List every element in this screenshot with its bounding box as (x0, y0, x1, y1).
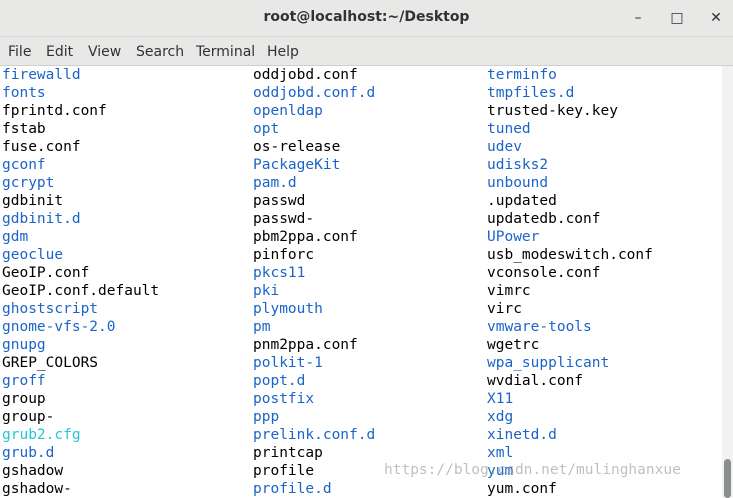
directory-entry: fonts (2, 85, 46, 101)
window-title: root@localhost:~/Desktop (263, 9, 470, 25)
file-entry: vconsole.conf (487, 265, 601, 281)
listing-column-1: firewalld fonts fprintd.conf fstab fuse.conf… (2, 66, 159, 498)
minimize-button[interactable]: – (629, 9, 647, 27)
listing-column-2: oddjobd.conf oddjobd.conf.d openldap opt os-… (253, 66, 375, 498)
directory-entry: xml (487, 445, 514, 461)
menu-view[interactable]: View (88, 44, 121, 60)
file-entry: printcap (253, 445, 323, 461)
directory-entry: vmware-tools (487, 319, 592, 335)
directory-entry: PackageKit (253, 157, 341, 173)
directory-entry: gnome-vfs-2.0 (2, 319, 116, 335)
terminal-scrollbar[interactable] (722, 66, 733, 498)
file-entry: GeoIP.conf (2, 265, 90, 281)
directory-entry: gnupg (2, 337, 46, 353)
file-entry: oddjobd.conf (253, 67, 358, 83)
file-entry: pinforc (253, 247, 315, 263)
file-entry: virc (487, 301, 522, 317)
file-entry: group- (2, 409, 55, 425)
file-entry: fuse.conf (2, 139, 81, 155)
directory-entry: tmpfiles.d (487, 85, 575, 101)
directory-entry: opt (253, 121, 280, 137)
window-titlebar[interactable]: root@localhost:~/Desktop – □ ✕ (0, 0, 733, 37)
directory-entry: pm (253, 319, 271, 335)
file-entry: GeoIP.conf.default (2, 283, 160, 299)
directory-entry: openldap (253, 103, 323, 119)
file-entry: profile (253, 463, 315, 479)
directory-entry: plymouth (253, 301, 323, 317)
directory-entry: postfix (253, 391, 315, 407)
file-entry: gdbinit (2, 193, 64, 209)
directory-entry: ppp (253, 409, 280, 425)
directory-entry: groff (2, 373, 46, 389)
directory-entry: prelink.conf.d (253, 427, 376, 443)
directory-entry: tuned (487, 121, 531, 137)
file-entry: usb_modeswitch.conf (487, 247, 653, 263)
directory-entry: oddjobd.conf.d (253, 85, 376, 101)
menu-bar: File Edit View Search Terminal Help (0, 37, 733, 66)
listing-column-3: terminfo tmpfiles.d trusted-key.key tuned ud… (487, 66, 653, 498)
maximize-button[interactable]: □ (668, 9, 686, 27)
file-entry: yum.conf (487, 481, 557, 497)
directory-entry: X11 (487, 391, 514, 407)
directory-entry: grub.d (2, 445, 55, 461)
file-entry: gshadow- (2, 481, 72, 497)
directory-entry: UPower (487, 229, 540, 245)
file-entry: updatedb.conf (487, 211, 601, 227)
directory-entry: polkit-1 (253, 355, 323, 371)
directory-entry: gcrypt (2, 175, 55, 191)
file-entry: fstab (2, 121, 46, 137)
directory-entry: firewalld (2, 67, 81, 83)
file-entry: os-release (253, 139, 341, 155)
file-entry: trusted-key.key (487, 103, 618, 119)
directory-entry: profile.d (253, 481, 332, 497)
file-entry: .updated (487, 193, 557, 209)
file-entry: gshadow (2, 463, 64, 479)
scrollbar-thumb[interactable] (724, 459, 731, 498)
directory-entry: xinetd.d (487, 427, 557, 443)
directory-entry: wpa_supplicant (487, 355, 610, 371)
file-entry: wvdial.conf (487, 373, 584, 389)
menu-search[interactable]: Search (136, 44, 184, 60)
directory-entry: xdg (487, 409, 514, 425)
menu-help[interactable]: Help (267, 44, 299, 60)
directory-entry: pam.d (253, 175, 297, 191)
directory-entry: pki (253, 283, 280, 299)
directory-entry: gdm (2, 229, 29, 245)
menu-file[interactable]: File (8, 44, 31, 60)
directory-entry: unbound (487, 175, 549, 191)
directory-entry: udev (487, 139, 522, 155)
directory-entry: gdbinit.d (2, 211, 81, 227)
menu-terminal[interactable]: Terminal (196, 44, 255, 60)
terminal-output[interactable]: firewalld fonts fprintd.conf fstab fuse.conf… (0, 66, 722, 498)
file-entry: pnm2ppa.conf (253, 337, 358, 353)
close-button[interactable]: ✕ (707, 9, 725, 27)
file-entry: fprintd.conf (2, 103, 107, 119)
file-entry: GREP_COLORS (2, 355, 99, 371)
directory-entry: gconf (2, 157, 46, 173)
directory-entry: popt.d (253, 373, 306, 389)
file-entry: group (2, 391, 46, 407)
symlink-entry: grub2.cfg (2, 427, 81, 443)
directory-entry: ghostscript (2, 301, 99, 317)
file-entry: passwd- (253, 211, 315, 227)
watermark-text: https://blog.csdn.net/mulinghanxue (384, 462, 681, 478)
file-entry: pbm2ppa.conf (253, 229, 358, 245)
file-entry: vimrc (487, 283, 531, 299)
file-entry: wgetrc (487, 337, 540, 353)
file-entry: passwd (253, 193, 306, 209)
directory-entry: udisks2 (487, 157, 549, 173)
menu-edit[interactable]: Edit (46, 44, 73, 60)
directory-entry: pkcs11 (253, 265, 306, 281)
directory-entry: terminfo (487, 67, 557, 83)
directory-entry: geoclue (2, 247, 64, 263)
